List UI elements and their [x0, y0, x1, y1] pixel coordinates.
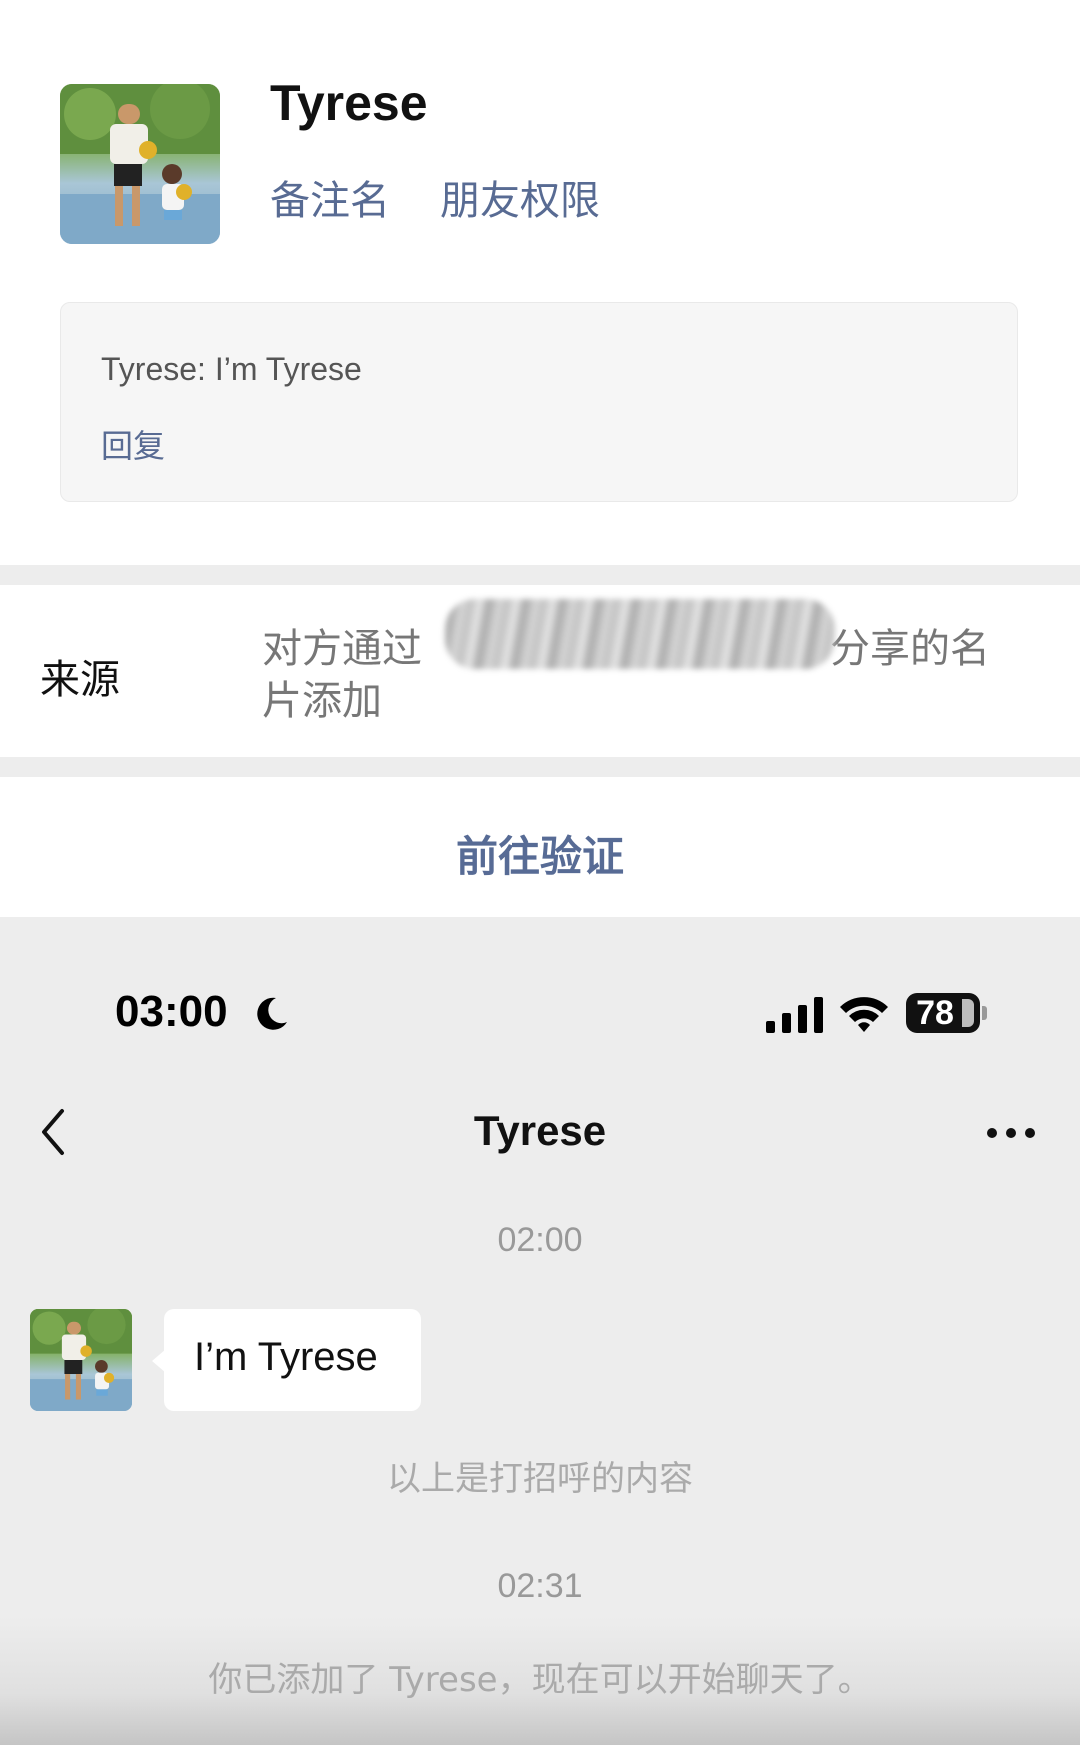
avatar-photo-icon	[60, 84, 220, 244]
battery-cap	[982, 1006, 987, 1020]
source-label: 来源	[40, 657, 120, 703]
source-value-prefix: 对方通过	[262, 626, 422, 672]
message-bubble[interactable]: I’m Tyrese	[164, 1309, 421, 1411]
moon-icon	[257, 997, 287, 1030]
section-divider	[0, 565, 1080, 585]
verify-button[interactable]: 前往验证	[0, 823, 1080, 884]
avatar-photo-icon	[30, 1309, 132, 1411]
contact-avatar[interactable]	[30, 1309, 132, 1411]
system-note-added: 你已添加了 Tyrese，现在可以开始聊天了。	[208, 1660, 872, 1700]
battery-icon: 78	[906, 993, 988, 1033]
redaction-scribble	[445, 599, 835, 669]
wifi-icon	[840, 997, 888, 1032]
reply-link[interactable]: 回复	[101, 421, 165, 467]
signal-icon	[766, 997, 823, 1033]
battery-level: 78	[916, 994, 954, 1032]
source-row: 来源 对方通过 分享的名片添加	[0, 585, 1080, 757]
system-note-greeting: 以上是打招呼的内容	[387, 1459, 693, 1499]
chat-title: Tyrese	[473, 1107, 607, 1154]
status-time: 03:00	[115, 987, 228, 1036]
friend-permission-link[interactable]: 朋友权限	[440, 168, 600, 226]
greeting-box: Tyrese: I’m Tyrese 回复	[60, 302, 1018, 502]
chat-timestamp: 02:31	[497, 1567, 583, 1605]
profile-avatar[interactable]	[60, 84, 220, 244]
remark-name-link[interactable]: 备注名	[270, 168, 390, 226]
chat-timestamp: 02:00	[497, 1221, 583, 1259]
profile-card: Tyrese 备注名 朋友权限 Tyrese: I’m Tyrese 回复	[0, 0, 1080, 565]
more-icon[interactable]	[986, 1127, 1036, 1139]
profile-name: Tyrese	[270, 75, 428, 131]
message-text: I’m Tyrese	[194, 1335, 378, 1379]
verify-row[interactable]: 前往验证	[0, 777, 1080, 917]
chat-screen: 03:00 78 Tyrese 02:00 I’m Tyrese 以上是打招呼的…	[0, 917, 1080, 1745]
section-divider	[0, 757, 1080, 777]
greeting-text: Tyrese: I’m Tyrese	[101, 351, 362, 387]
